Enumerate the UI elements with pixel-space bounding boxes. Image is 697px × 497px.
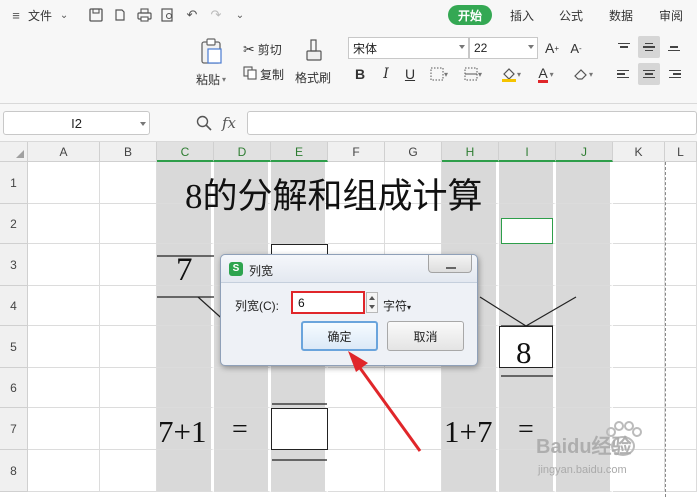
underline-icon[interactable]: U	[402, 64, 418, 84]
font-color-icon[interactable]: A ▾	[534, 64, 558, 84]
align-left-icon[interactable]	[613, 63, 635, 85]
chevron-down-icon: ▾	[407, 303, 412, 312]
borders-icon[interactable]: ▾	[428, 64, 450, 84]
cut-label: 剪切	[257, 43, 282, 57]
unit-select[interactable]: 字符▾	[383, 297, 411, 314]
chevron-down-icon	[528, 45, 534, 49]
print-icon[interactable]	[136, 7, 152, 23]
wps-logo-icon: S	[229, 262, 243, 276]
unit-label: 字符	[383, 299, 408, 313]
italic-icon[interactable]: I	[378, 64, 394, 84]
close-button[interactable]	[428, 255, 472, 273]
font-size-value: 22	[474, 41, 488, 55]
clear-format-icon[interactable]: ▾	[570, 64, 596, 84]
align-middle-icon[interactable]	[638, 36, 660, 58]
hamburger-icon: ≡	[12, 7, 20, 23]
increase-font-icon[interactable]: A +	[543, 38, 561, 58]
cancel-button[interactable]: 取消	[387, 321, 464, 351]
copy-icon	[243, 66, 257, 83]
font-size-select[interactable]: 22	[469, 37, 538, 59]
column-width-stepper[interactable]	[366, 292, 378, 313]
copy-label: 复制	[260, 68, 285, 82]
align-bottom-icon[interactable]	[663, 36, 685, 58]
chevron-down-icon: ▾	[222, 75, 227, 84]
paste-label: 粘贴	[196, 73, 221, 87]
tab-data[interactable]: 数据	[601, 5, 641, 25]
format-painter-icon	[302, 38, 324, 65]
cut-button[interactable]: ✂ 剪切	[243, 41, 282, 58]
merge-cells-icon[interactable]: ▾	[462, 64, 484, 84]
zoom-icon[interactable]	[196, 115, 212, 134]
chevron-down-icon: ⌄	[59, 9, 69, 21]
quick-access-toolbar: ↶ ↷ ⌄	[88, 5, 248, 25]
tab-formula[interactable]: 公式	[551, 5, 591, 25]
scissors-icon: ✂	[243, 41, 255, 57]
column-width-label: 列宽(C):	[235, 299, 279, 313]
redo-icon[interactable]: ↷	[208, 7, 224, 23]
customize-icon[interactable]: ⌄	[232, 7, 248, 23]
stepper-up-icon[interactable]	[369, 296, 375, 300]
decrease-font-icon[interactable]: A-	[567, 38, 585, 58]
export-icon[interactable]	[112, 7, 128, 23]
formula-input[interactable]	[247, 111, 697, 135]
dialog-title: 列宽	[249, 264, 274, 278]
column-width-input[interactable]: 6	[291, 291, 365, 314]
ok-button[interactable]: 确定	[301, 321, 378, 351]
save-icon[interactable]	[88, 7, 104, 23]
tab-review[interactable]: 审阅	[651, 5, 691, 25]
fill-color-icon[interactable]: ▾	[498, 64, 524, 84]
ribbon: ≡ 文件 ⌄ ↶ ↷ ⌄ 开始 插入 公式 数据 审阅 粘贴 ▾ ✂ 剪切 复制…	[0, 0, 697, 104]
bold-icon[interactable]: B	[352, 64, 368, 84]
chevron-down-icon	[140, 122, 146, 126]
watermark-url: jingyan.baidu.com	[538, 464, 627, 476]
file-menu[interactable]: ≡ 文件 ⌄	[8, 5, 72, 25]
stepper-down-icon[interactable]	[369, 305, 375, 309]
print-preview-icon[interactable]	[160, 7, 176, 23]
tab-insert[interactable]: 插入	[502, 5, 542, 25]
paste-button[interactable]: 粘贴 ▾	[196, 38, 226, 88]
format-painter-button[interactable]: 格式刷	[295, 38, 331, 86]
formula-bar: I2 fx	[0, 104, 697, 142]
fx-icon[interactable]: fx	[222, 114, 236, 132]
font-name-value: 宋体	[353, 41, 378, 56]
name-box-value: I2	[71, 115, 82, 131]
watermark-brand: Baidu经验	[536, 436, 632, 458]
name-box[interactable]: I2	[3, 111, 150, 135]
file-menu-label: 文件	[28, 8, 53, 23]
align-top-icon[interactable]	[613, 36, 635, 58]
copy-button[interactable]: 复制	[243, 66, 284, 83]
align-right-icon[interactable]	[663, 63, 685, 85]
chevron-down-icon	[459, 45, 465, 49]
format-painter-label: 格式刷	[295, 71, 332, 85]
dialog-titlebar[interactable]: S 列宽	[221, 255, 477, 283]
column-width-dialog: S 列宽 列宽(C): 6 字符▾ 确定 取消	[220, 254, 478, 366]
font-name-select[interactable]: 宋体	[348, 37, 469, 59]
align-center-icon[interactable]	[638, 63, 660, 85]
baidu-watermark: Baidu经验 jingyan.baidu.com	[532, 420, 697, 490]
undo-icon[interactable]: ↶	[184, 7, 200, 23]
paste-icon	[199, 38, 223, 67]
tab-start[interactable]: 开始	[448, 5, 492, 25]
